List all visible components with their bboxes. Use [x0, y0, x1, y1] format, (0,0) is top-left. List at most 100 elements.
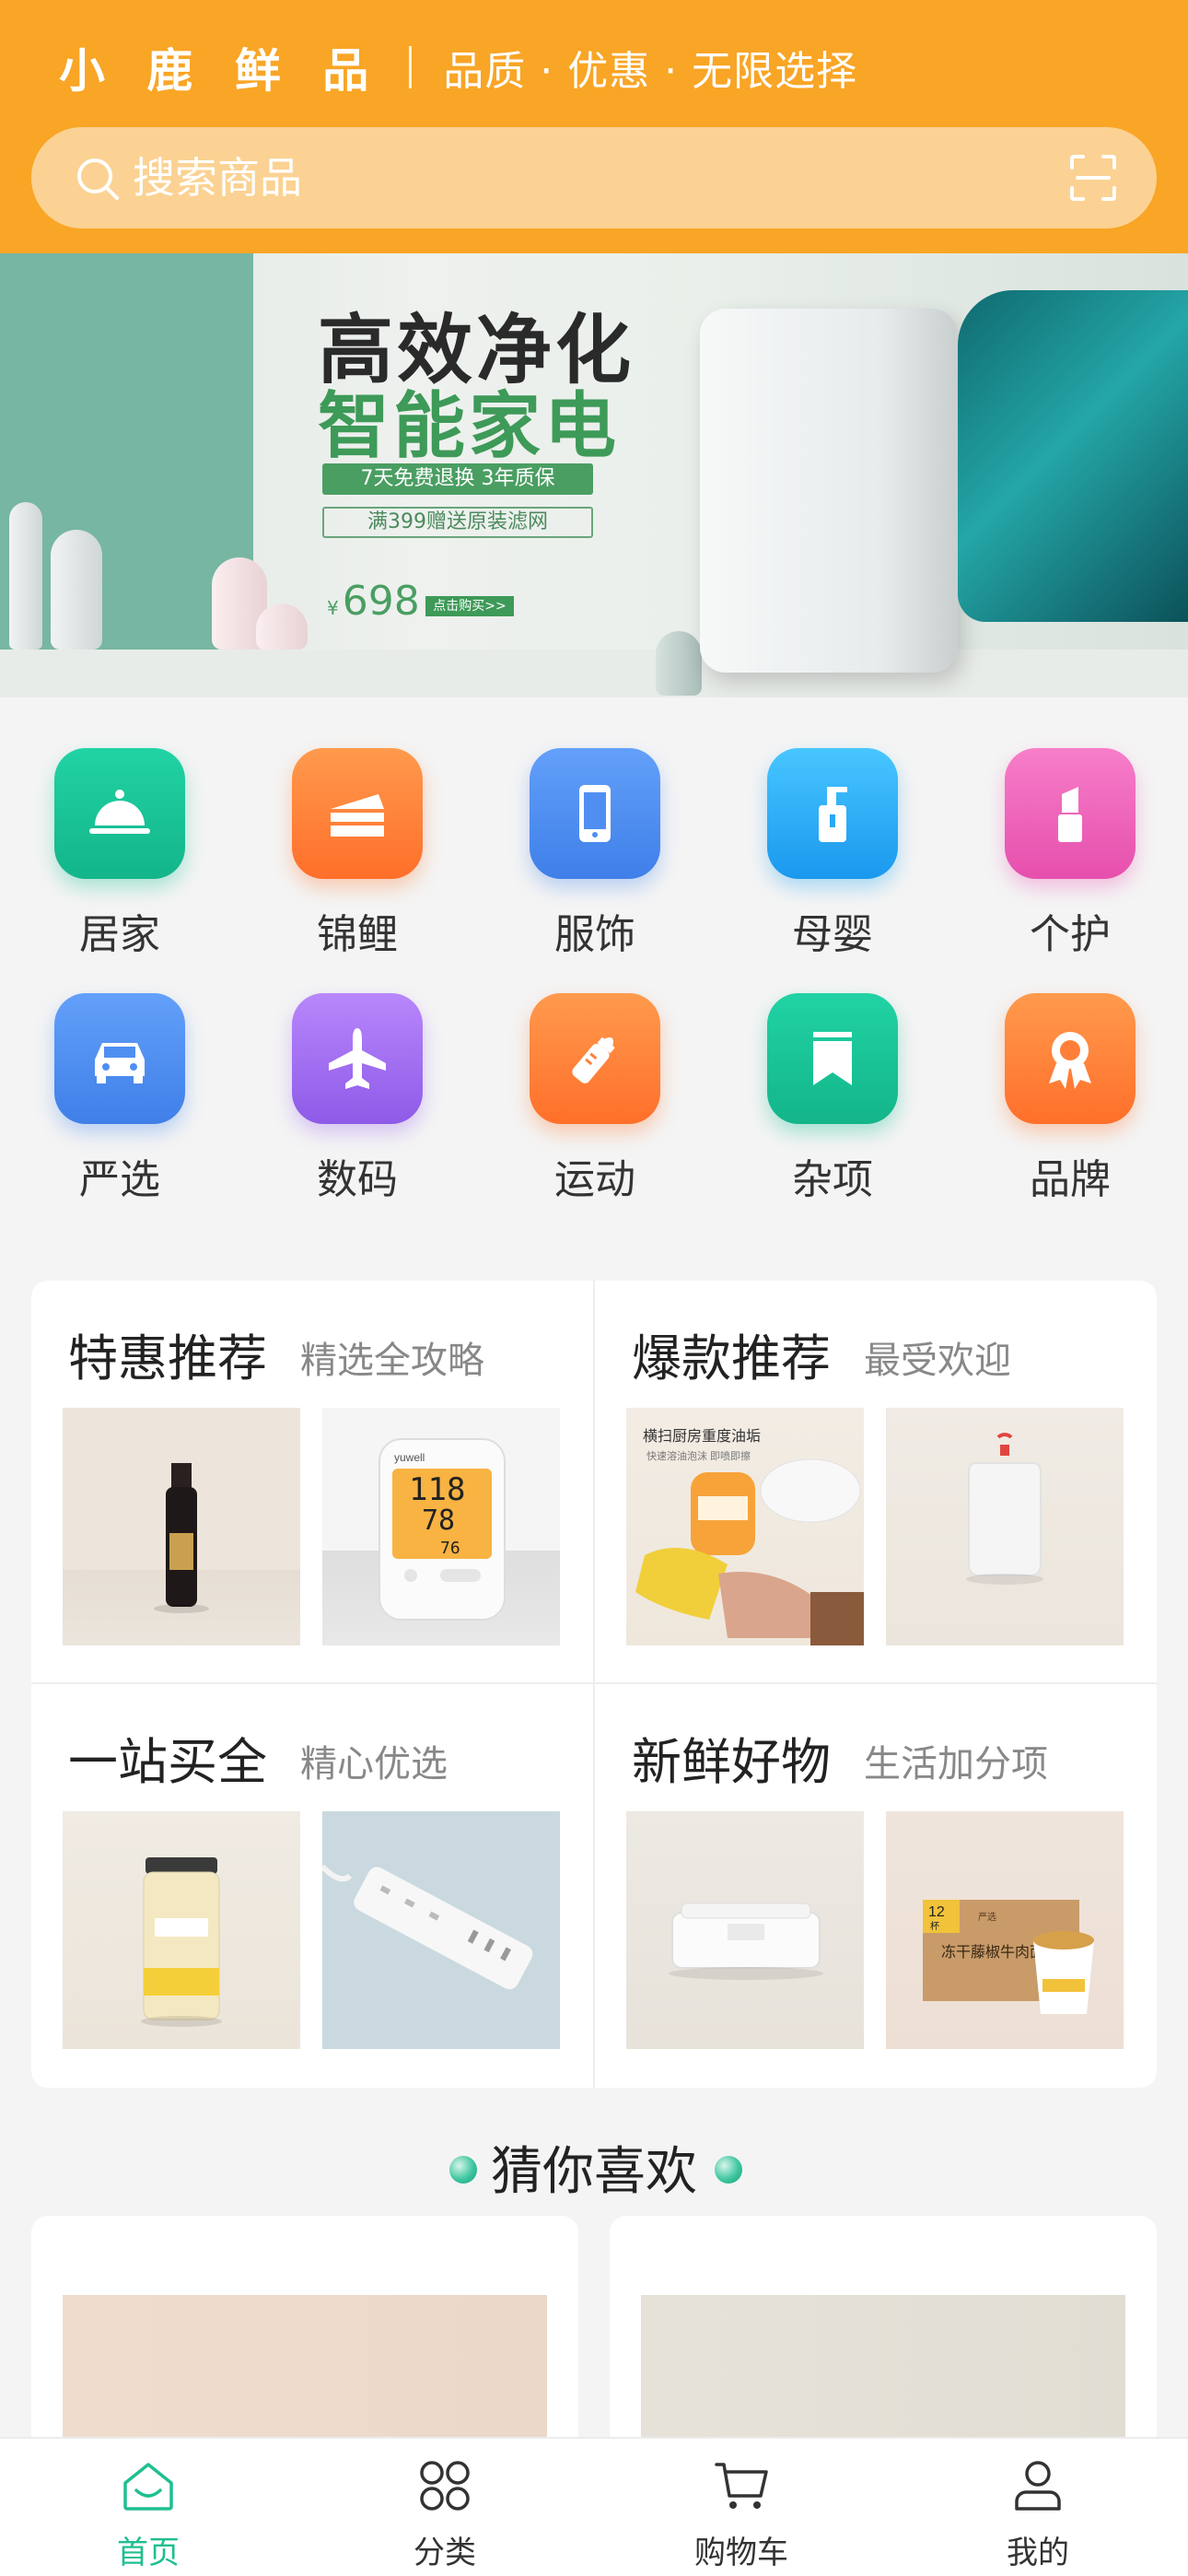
price-symbol: ¥	[327, 597, 339, 619]
section-subtitle: 最受欢迎	[864, 1340, 1011, 1382]
tab-label: 我的	[1007, 2535, 1069, 2571]
home-icon	[123, 2463, 173, 2511]
banner-title-2: 智能家电	[318, 384, 621, 468]
banner-price: ¥698	[327, 578, 420, 625]
tab-cart[interactable]: 购物车	[593, 2439, 890, 2576]
search-bar[interactable]: 搜索商品	[31, 127, 1157, 228]
category-label: 个护	[1030, 911, 1111, 958]
vase-image	[656, 631, 702, 696]
product-image-noodle-box[interactable]: 12 杯 严选 冻干藤椒牛肉面	[886, 1811, 1124, 2049]
promo-section-fresh[interactable]: 新鲜好物 生活加分项 12 杯 严选 冻干藤椒牛肉面	[595, 1684, 1157, 2086]
user-icon	[1015, 2461, 1061, 2511]
category-label: 锦鲤	[317, 911, 398, 958]
brand-row: 小 鹿 鲜 品 品质 · 优惠 · 无限选择	[59, 35, 857, 100]
category-item[interactable]: 母婴	[729, 728, 914, 977]
category-item[interactable]: 严选	[17, 973, 201, 1222]
scan-icon[interactable]	[1068, 153, 1118, 203]
section-subtitle: 生活加分项	[864, 1743, 1048, 1786]
banner-shelf	[0, 650, 1188, 697]
category-label: 服饰	[554, 911, 635, 958]
tab-label: 分类	[413, 2535, 476, 2571]
guess-you-like-title: 猜你喜欢	[491, 2142, 697, 2202]
plane-icon	[292, 993, 423, 1124]
section-title: 特惠推荐	[68, 1329, 267, 1388]
noodle-unit: 杯	[930, 1920, 939, 1932]
monitor-reading-3: 76	[440, 1539, 460, 1558]
tab-label: 首页	[117, 2535, 180, 2571]
category-item[interactable]: 个护	[967, 728, 1151, 977]
banner-tag-gift: 满399赠送原装滤网	[322, 507, 593, 538]
category-item[interactable]: 品牌	[967, 973, 1151, 1222]
promo-card: 特惠推荐 精选全攻略 yuwell 118 78 76 爆款推荐 最受欢迎 横扫…	[31, 1281, 1157, 2088]
promo-section-hot[interactable]: 爆款推荐 最受欢迎 横扫厨房重度油垢 快速溶油泡沫 即喷即擦	[595, 1281, 1157, 1682]
category-label: 杂项	[792, 1156, 873, 1203]
tab-label: 购物车	[694, 2535, 788, 2571]
monitor-reading-1: 118	[409, 1471, 465, 1508]
cake-icon	[292, 748, 423, 879]
product-image-jar[interactable]	[63, 1811, 300, 2049]
category-icon	[420, 2461, 470, 2511]
category-label: 母婴	[792, 911, 873, 958]
search-icon	[77, 158, 119, 200]
section-title: 新鲜好物	[632, 1733, 831, 1791]
price-value: 698	[342, 578, 420, 625]
tab-home[interactable]: 首页	[0, 2439, 297, 2576]
product-image-container[interactable]	[626, 1811, 864, 2049]
promo-section-deals[interactable]: 特惠推荐 精选全攻略 yuwell 118 78 76	[31, 1281, 593, 1682]
noodle-label: 冻干藤椒牛肉面	[941, 1944, 1044, 1961]
cloche-icon	[54, 748, 185, 879]
tab-me[interactable]: 我的	[890, 2439, 1186, 2576]
banner-tag-warranty: 7天免费退换 3年质保	[322, 463, 593, 495]
product-image-power-strip[interactable]	[322, 1811, 560, 2049]
promo-section-one-stop[interactable]: 一站买全 精心优选	[31, 1684, 593, 2086]
category-label: 运动	[554, 1156, 635, 1203]
phone-icon	[530, 748, 660, 879]
lipstick-icon	[1005, 748, 1136, 879]
promo-banner[interactable]: 高效净化 智能家电 7天免费退换 3年质保 满399赠送原装滤网 ¥698 点击…	[0, 253, 1188, 697]
product-image-soy-sauce[interactable]	[63, 1408, 300, 1645]
product-image-kitchen-cleaner[interactable]: 横扫厨房重度油垢 快速溶油泡沫 即喷即擦	[626, 1408, 864, 1645]
slogan: 品质 · 优惠 · 无限选择	[443, 48, 858, 95]
category-item[interactable]: 数码	[254, 973, 438, 1222]
bottom-tab-bar: 首页 分类 购物车 我的	[0, 2437, 1188, 2576]
section-title: 一站买全	[68, 1733, 267, 1791]
category-item[interactable]: 杂项	[729, 973, 914, 1222]
decor-dot-right	[715, 2156, 742, 2184]
air-purifier-image	[700, 309, 958, 673]
search-placeholder: 搜索商品	[133, 153, 302, 203]
ribbon-icon	[1005, 993, 1136, 1124]
cart-icon	[715, 2463, 768, 2509]
leaf-image	[958, 290, 1188, 622]
brand-logo: 小 鹿 鲜 品	[59, 44, 382, 98]
category-label: 居家	[79, 911, 160, 958]
vase-image	[51, 530, 102, 650]
noodle-brand: 严选	[978, 1911, 996, 1923]
vase-image	[9, 502, 42, 650]
cleaner-headline: 横扫厨房重度油垢	[643, 1428, 761, 1445]
category-item[interactable]: 居家	[17, 728, 201, 977]
tab-category[interactable]: 分类	[297, 2439, 593, 2576]
category-grid: 居家 锦鲤 服饰 母婴 个护 严选 数码 运动 杂项 品牌	[0, 728, 1188, 1225]
product-image-bag[interactable]	[886, 1408, 1124, 1645]
banner-buy-button[interactable]: 点击购买>>	[425, 596, 514, 616]
vase-image	[256, 603, 308, 650]
section-subtitle: 精选全攻略	[300, 1340, 484, 1382]
car-icon	[54, 993, 185, 1124]
bottle-icon	[767, 748, 898, 879]
monitor-reading-2: 78	[422, 1505, 455, 1537]
bookmark-icon	[767, 993, 898, 1124]
section-subtitle: 精心优选	[300, 1743, 448, 1786]
section-title: 爆款推荐	[632, 1329, 831, 1388]
category-label: 品牌	[1030, 1156, 1111, 1203]
category-item[interactable]: 服饰	[492, 728, 676, 977]
category-label: 数码	[317, 1156, 398, 1203]
category-item[interactable]: 运动	[492, 973, 676, 1222]
noodle-count: 12	[928, 1904, 945, 1920]
monitor-brand: yuwell	[394, 1451, 425, 1464]
category-item[interactable]: 锦鲤	[254, 728, 438, 977]
baby-bottle-icon	[530, 993, 660, 1124]
product-image-blood-pressure-monitor[interactable]: yuwell 118 78 76	[322, 1408, 560, 1645]
header: 小 鹿 鲜 品 品质 · 优惠 · 无限选择 搜索商品	[0, 0, 1188, 253]
category-label: 严选	[79, 1156, 160, 1203]
brand-divider	[409, 46, 413, 88]
